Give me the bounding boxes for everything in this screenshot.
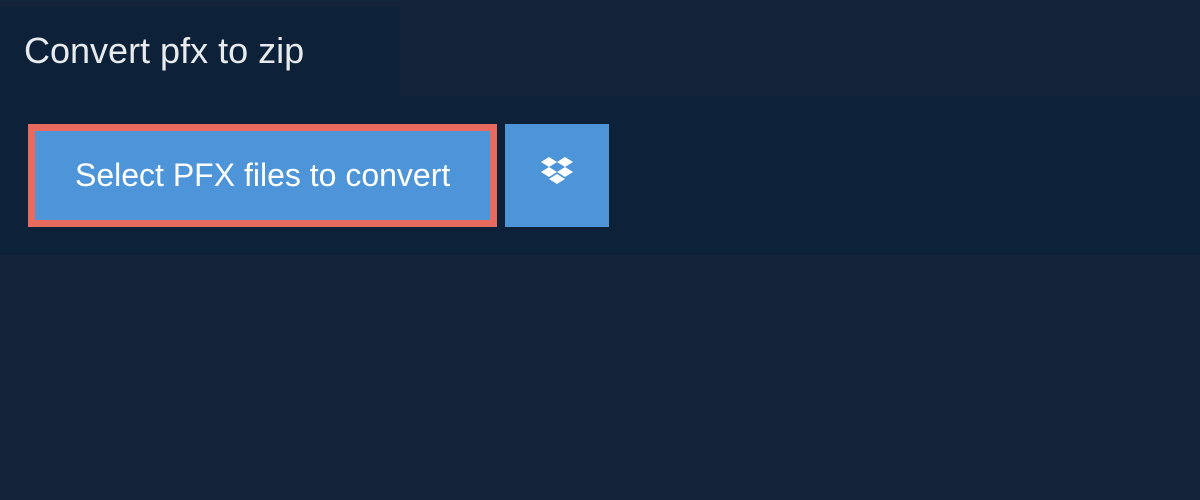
select-files-button[interactable]: Select PFX files to convert [28, 124, 497, 227]
dropbox-button[interactable] [505, 124, 609, 227]
page-title: Convert pfx to zip [24, 30, 304, 71]
dropbox-icon [537, 153, 577, 198]
conversion-panel: Select PFX files to convert [0, 96, 1200, 255]
tab-header: Convert pfx to zip [0, 6, 400, 96]
select-files-label: Select PFX files to convert [75, 157, 450, 194]
button-row: Select PFX files to convert [28, 124, 1172, 227]
